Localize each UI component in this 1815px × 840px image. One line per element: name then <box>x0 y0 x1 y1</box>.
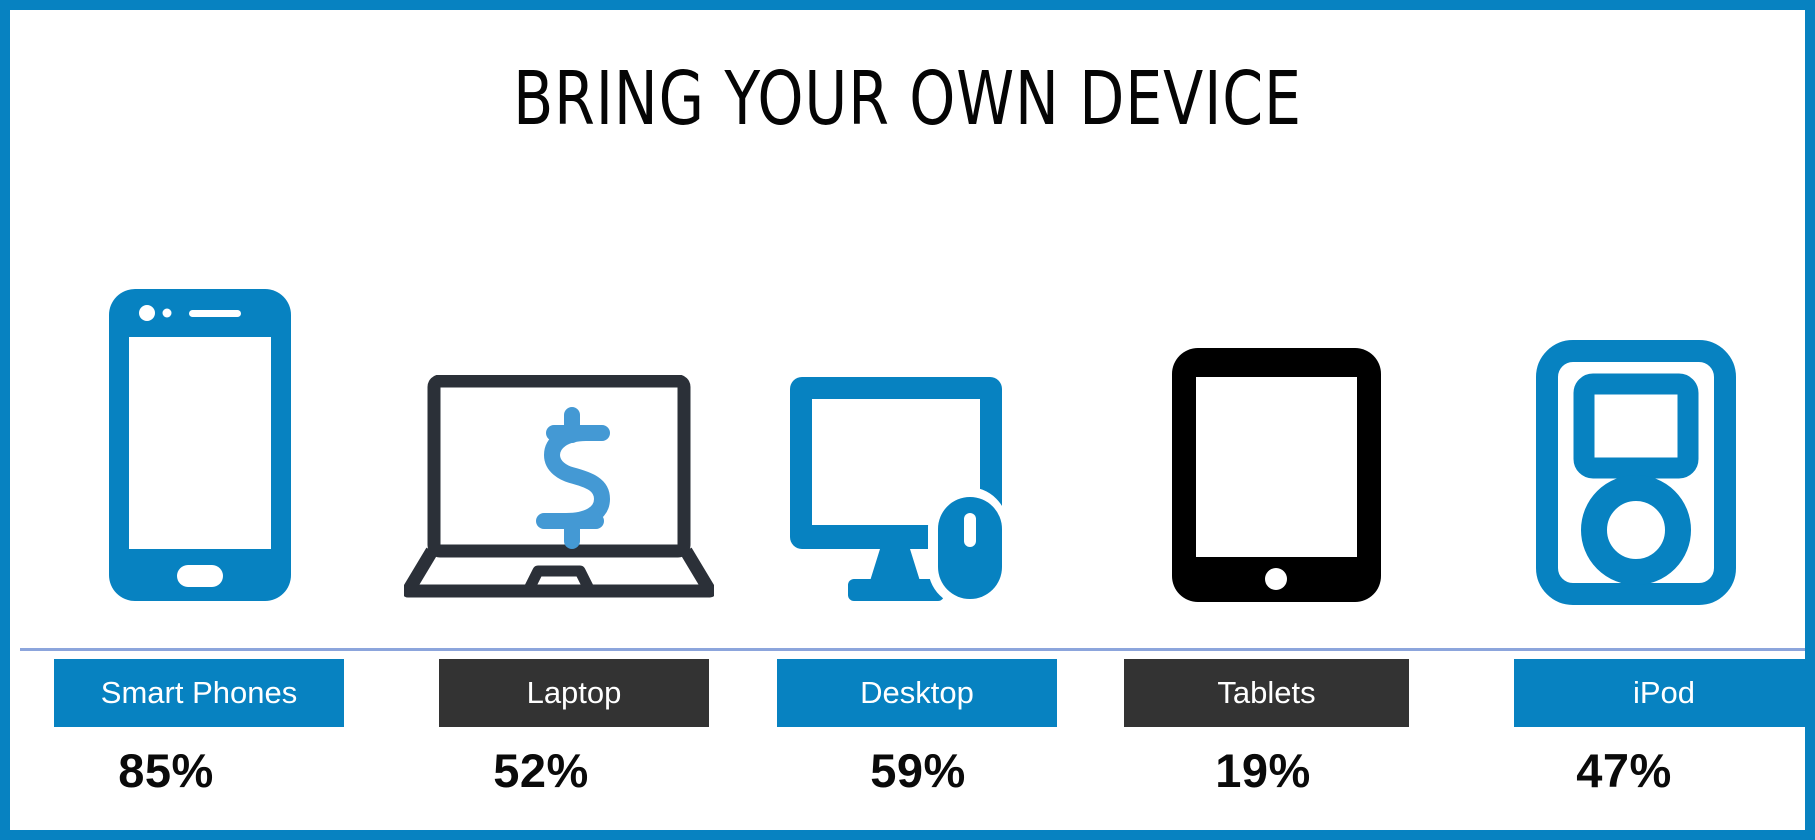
device-percent-laptop: 52% <box>493 744 589 797</box>
device-percent-desktop: 59% <box>870 744 966 797</box>
device-label-smart-phones[interactable]: Smart Phones <box>54 659 344 727</box>
device-label-laptop[interactable]: Laptop <box>439 659 709 727</box>
laptop-dollar-icon <box>401 374 716 610</box>
device-label-desktop[interactable]: Desktop <box>777 659 1057 727</box>
infographic-slide: BRING YOUR OWN DEVICE Smart Phones 85% L… <box>0 0 1815 840</box>
device-column-ipod: iPod 47% <box>1456 651 1805 830</box>
desktop-monitor-mouse-icon <box>788 375 1048 610</box>
device-label-tablets[interactable]: Tablets <box>1124 659 1409 727</box>
device-column-tablets: Tablets 19% <box>1097 651 1456 830</box>
device-icon-cell-ipod <box>1466 210 1806 610</box>
device-icon-cell-desktop <box>748 210 1088 610</box>
smartphone-icon <box>105 285 295 610</box>
device-percent-smart-phones: 85% <box>118 744 214 797</box>
page-title: BRING YOUR OWN DEVICE <box>513 56 1302 142</box>
device-icon-cell-tablets <box>1107 210 1447 610</box>
device-label-ipod[interactable]: iPod <box>1514 659 1805 727</box>
device-percent-ipod: 47% <box>1576 744 1672 797</box>
device-column-laptop: Laptop 52% <box>379 651 738 830</box>
ipod-icon <box>1535 340 1736 610</box>
device-icon-row <box>20 210 1806 610</box>
device-percent-tablets: 19% <box>1215 744 1311 797</box>
device-column-smart-phones: Smart Phones 85% <box>20 651 379 830</box>
device-icon-cell-smart-phones <box>30 210 370 610</box>
device-stats-row: Smart Phones 85% Laptop 52% Desktop 59% … <box>20 651 1805 830</box>
device-icon-cell-laptop <box>389 210 729 610</box>
device-column-desktop: Desktop 59% <box>738 651 1097 830</box>
tablet-icon <box>1169 345 1384 610</box>
